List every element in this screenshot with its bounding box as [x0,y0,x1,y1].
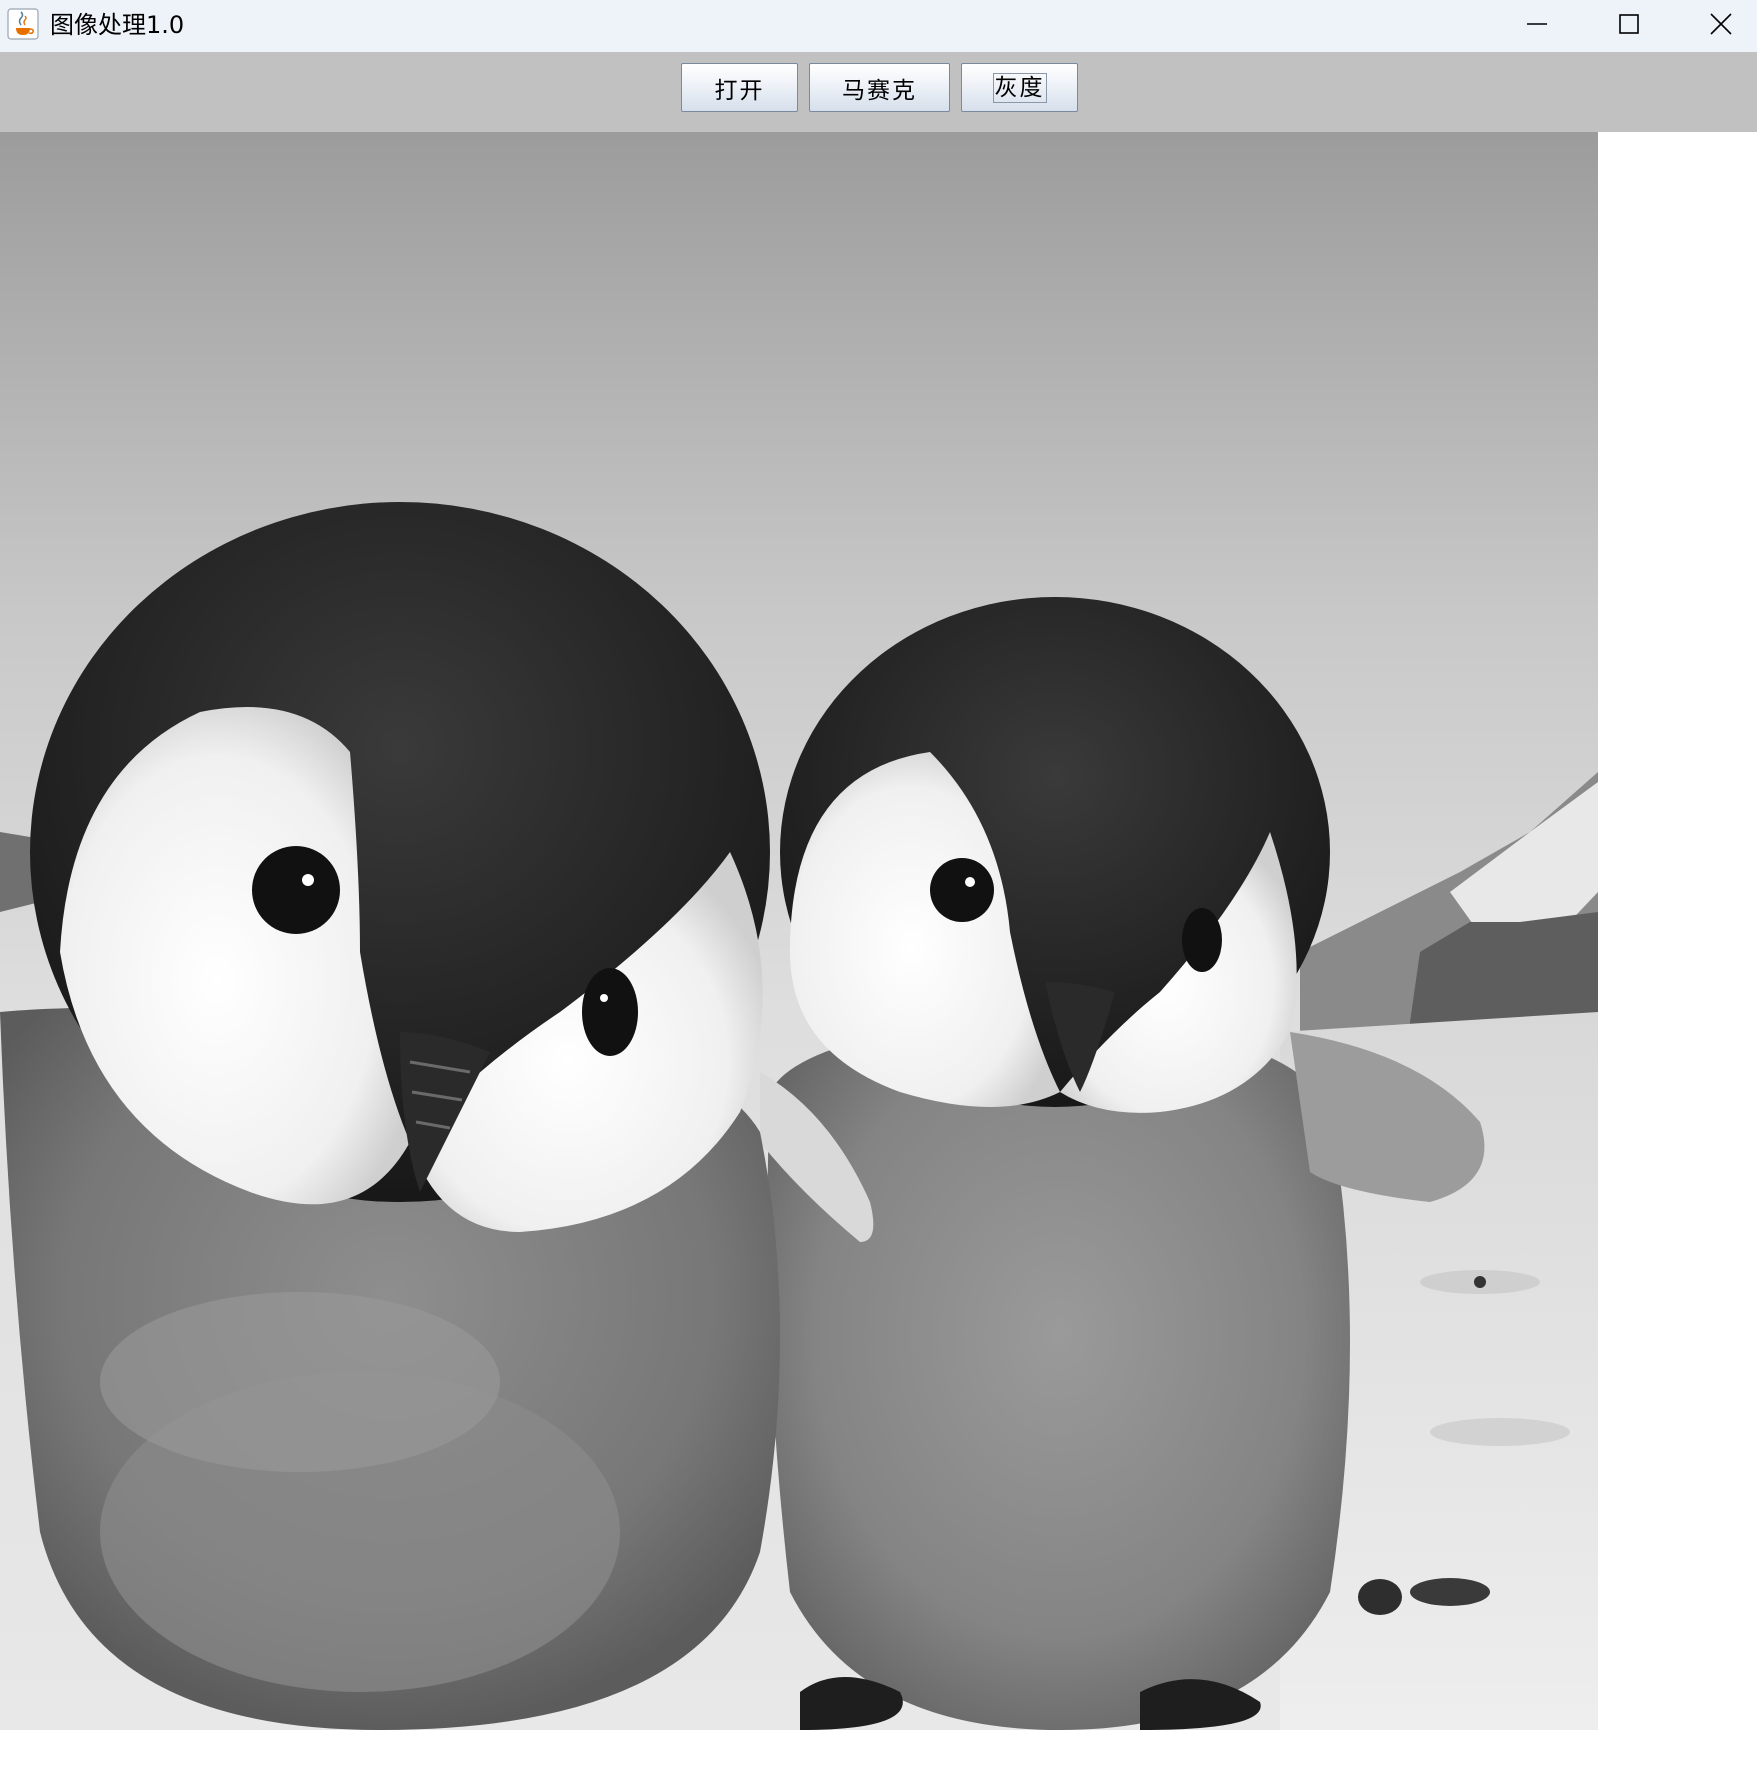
open-button-label: 打开 [714,77,765,104]
app-window: 图像处理1.0 打开 马赛克 灰度 [0,0,1757,1773]
java-coffee-icon [7,8,39,40]
grayscale-button[interactable]: 灰度 [961,63,1078,112]
title-bar[interactable]: 图像处理1.0 [0,0,1757,52]
maximize-icon [1619,14,1639,34]
minimize-icon [1527,23,1547,25]
mosaic-button-label: 马赛克 [842,77,917,104]
toolbar: 打开 马赛克 灰度 [0,52,1757,132]
open-button[interactable]: 打开 [681,63,798,112]
image-canvas [0,132,1757,1773]
maximize-button[interactable] [1583,0,1675,48]
mosaic-button[interactable]: 马赛克 [809,63,950,112]
minimize-button[interactable] [1491,0,1583,48]
close-button[interactable] [1675,0,1757,48]
close-icon [1710,13,1732,35]
grayscale-penguin-photo [0,132,1598,1730]
window-title: 图像处理1.0 [50,11,185,39]
grayscale-button-label: 灰度 [992,72,1047,103]
